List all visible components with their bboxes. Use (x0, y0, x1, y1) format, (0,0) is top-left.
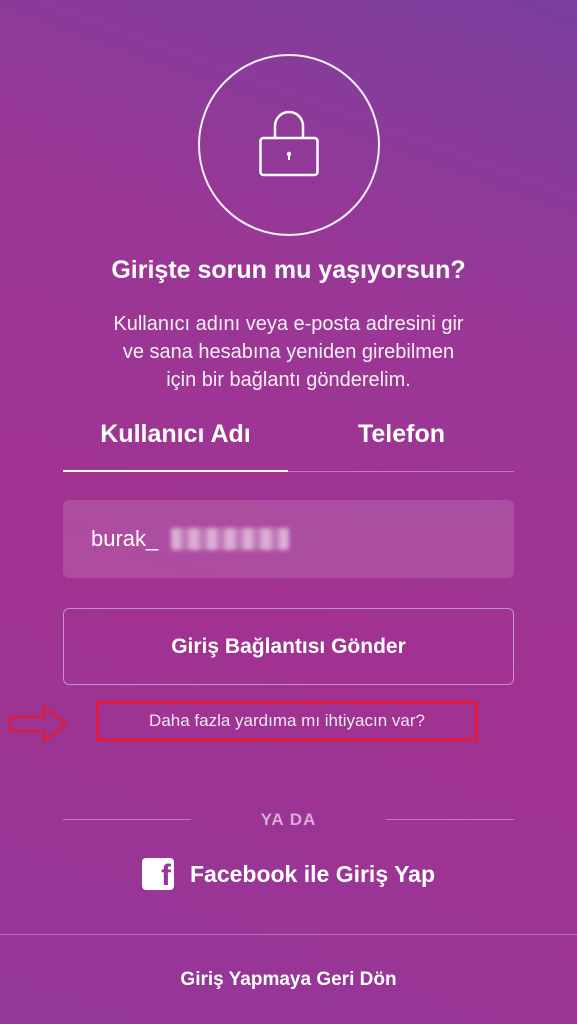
username-value: burak_ (91, 526, 159, 551)
or-label: YA DA (260, 810, 317, 829)
tab-username[interactable]: Kullanıcı Adı (63, 412, 288, 472)
username-input[interactable]: burak_ (63, 500, 514, 578)
tab-divider (63, 471, 514, 472)
subtitle-line: Kullanıcı adını veya e-posta adresini gi… (113, 313, 464, 335)
lock-icon (259, 110, 319, 177)
facebook-login-label: Facebook ile Giriş Yap (189, 860, 435, 887)
more-help-link[interactable]: Daha fazla yardıma mı ihtiyacın var? (96, 701, 478, 741)
subtitle-line: ve sana hesabına yeniden girebilmen (122, 341, 455, 363)
tab-phone[interactable]: Telefon (289, 412, 514, 472)
recovery-tabs: Kullanıcı Adı Telefon (63, 412, 514, 472)
page-title: Girişte sorun mu yaşıyorsun? (111, 256, 466, 284)
lock-circle (198, 54, 380, 236)
facebook-login-button[interactable]: f Facebook ile Giriş Yap (0, 858, 577, 898)
redacted-text-mask (171, 528, 289, 550)
facebook-icon: f (141, 858, 174, 892)
subtitle-line: için bir bağlantı gönderelim. (166, 369, 411, 391)
divider-line-right (386, 819, 514, 820)
or-divider: YA DA (63, 806, 514, 836)
send-login-link-button[interactable]: Giriş Bağlantısı Gönder (63, 608, 514, 685)
back-to-login-button[interactable]: Giriş Yapmaya Geri Dön (0, 935, 577, 1024)
arrow-right-icon (8, 704, 69, 744)
page-subtitle: Kullanıcı adını veya e-posta adresini gi… (60, 310, 517, 394)
